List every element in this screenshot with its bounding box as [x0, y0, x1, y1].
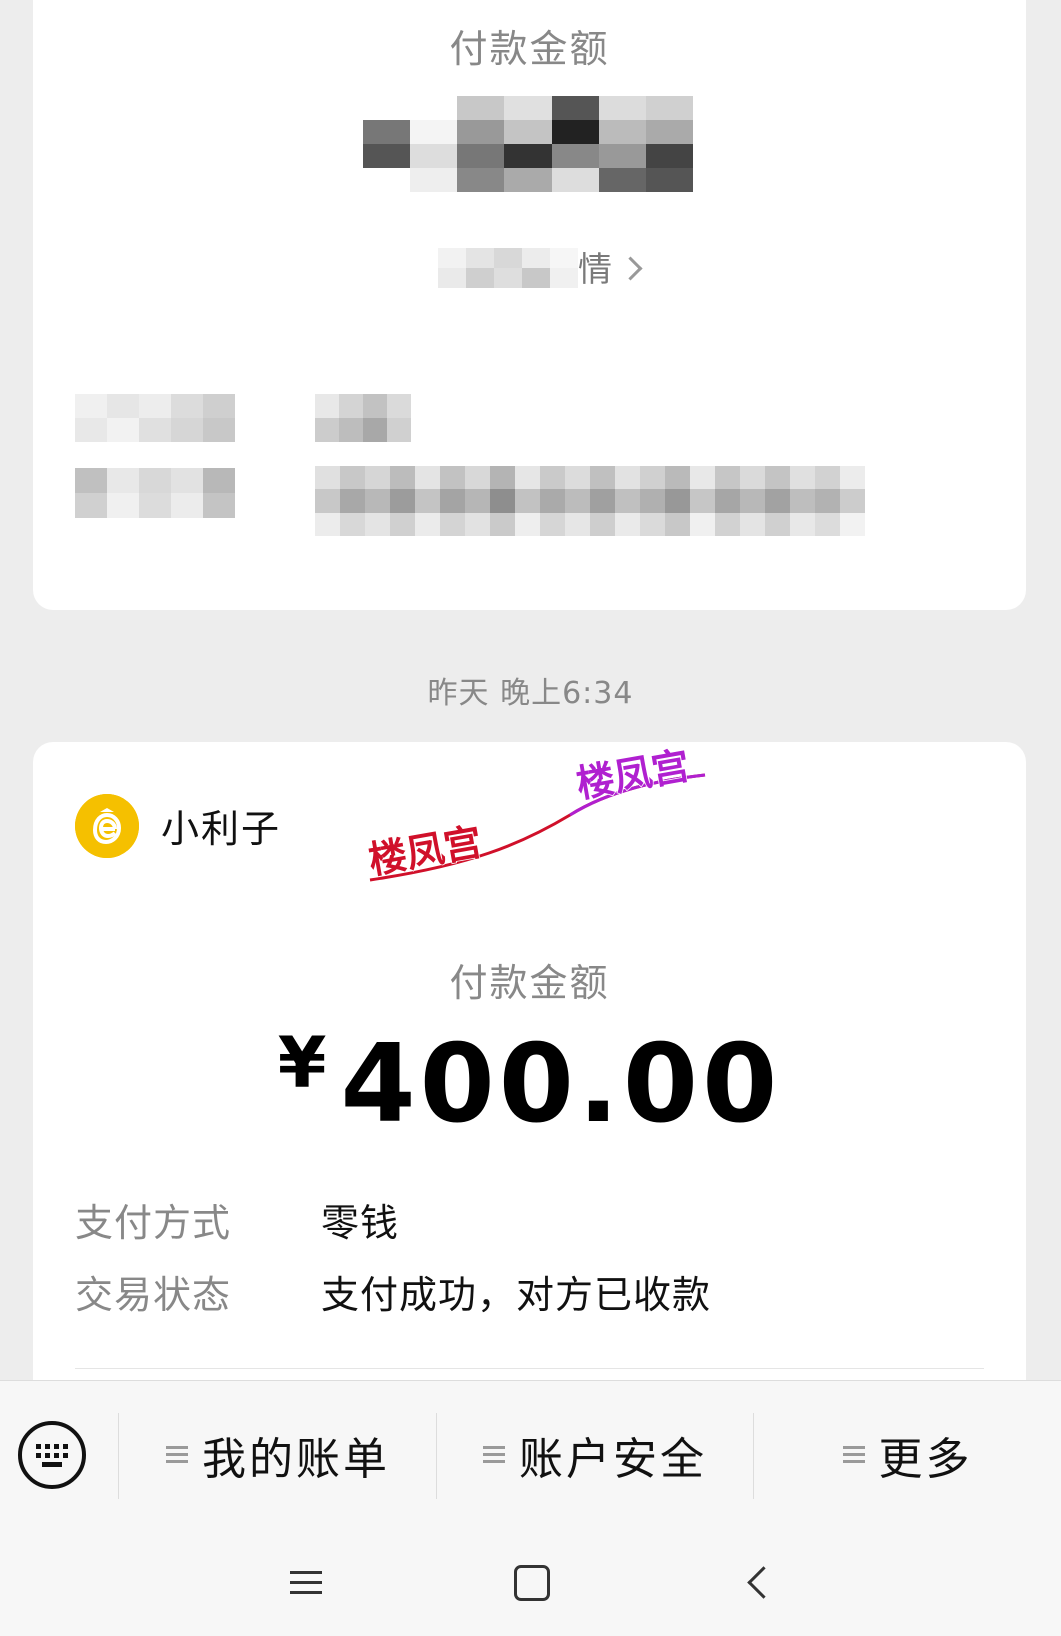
my-bills-label: 我的账单: [202, 1434, 390, 1485]
service-toolbar: 我的账单 账户安全 更多: [0, 1380, 1061, 1532]
toolbar-divider: [118, 1413, 119, 1499]
system-navigation-bar: [0, 1531, 1061, 1636]
chevron-right-icon: [618, 256, 643, 281]
account-security-menu[interactable]: 账户安全: [437, 1425, 753, 1485]
home-icon[interactable]: [514, 1565, 550, 1601]
redacted-row-label-1: [75, 394, 235, 442]
redacted-row-label-2: [75, 468, 235, 518]
menu-icon: [842, 1446, 865, 1464]
menu-icon: [483, 1446, 505, 1464]
divider: [75, 1368, 984, 1369]
redacted-row-value-2: [315, 466, 865, 536]
currency-symbol: ¥: [277, 1022, 331, 1104]
amount-label: 付款金额: [449, 27, 610, 71]
menu-icon: [166, 1446, 188, 1464]
coin-bag-icon: [75, 794, 139, 858]
keyboard-icon[interactable]: [18, 1421, 86, 1489]
more-label: 更多: [878, 1434, 973, 1485]
back-icon[interactable]: [747, 1566, 780, 1599]
transaction-status-label: 交易状态: [75, 1273, 232, 1317]
my-bills-menu[interactable]: 我的账单: [120, 1425, 436, 1485]
transaction-timestamp: 昨天 晚上6:34: [427, 676, 634, 711]
menu-icon[interactable]: [290, 1569, 322, 1597]
transaction-status-value: 支付成功，对方已收款: [321, 1273, 712, 1317]
merchant-name[interactable]: 小利子: [161, 798, 281, 853]
redacted-detail-prefix: [438, 248, 578, 288]
payment-amount: ¥400.00: [33, 1022, 1026, 1147]
redacted-amount: [363, 96, 693, 192]
payment-card[interactable]: 小利子 付款金额 ¥400.00 支付方式 零钱 交易状态 支付成功，对方已收款: [33, 742, 1026, 1442]
payment-method-value: 零钱: [321, 1201, 400, 1245]
redacted-row-value-1: [315, 394, 411, 442]
account-security-label: 账户安全: [519, 1434, 707, 1485]
detail-link[interactable]: 情: [578, 242, 643, 291]
previous-payment-card: 付款金额 情: [33, 0, 1026, 610]
amount-value: 400.00: [340, 1022, 782, 1147]
payment-method-label: 支付方式: [75, 1201, 232, 1245]
amount-label: 付款金额: [449, 961, 610, 1005]
detail-link-text: 情: [578, 250, 612, 290]
more-menu[interactable]: 更多: [754, 1425, 1061, 1485]
